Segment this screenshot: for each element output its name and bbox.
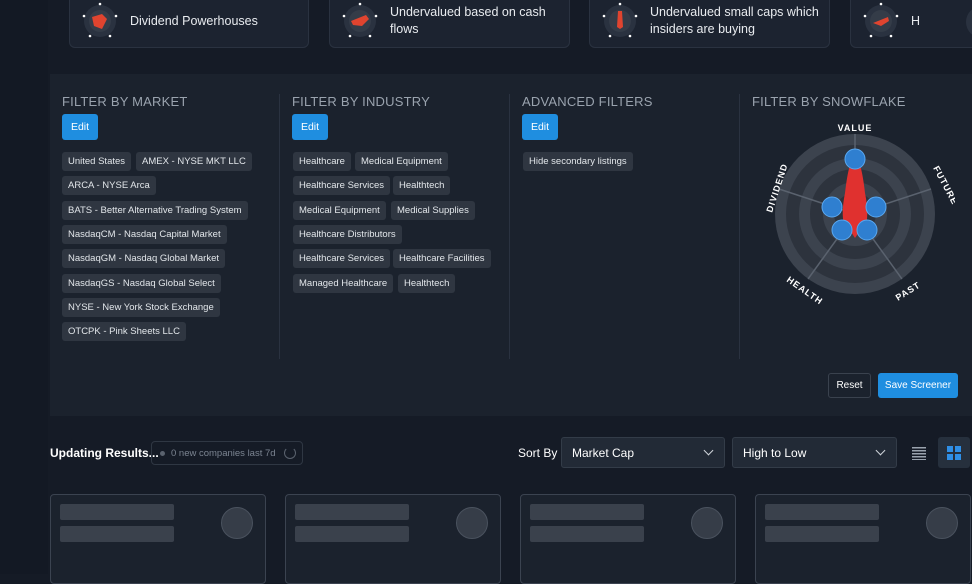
advanced-chip: Hide secondary listings bbox=[523, 152, 633, 171]
loading-company-card bbox=[50, 494, 266, 584]
left-edge bbox=[0, 0, 48, 574]
list-view-icon bbox=[912, 446, 926, 460]
market-chip: NasdaqGS - Nasdaq Global Select bbox=[62, 274, 221, 293]
idea-card-undervalued-cash-flows[interactable]: Undervalued based on cash flows bbox=[329, 0, 570, 48]
chevron-down-icon bbox=[703, 445, 714, 456]
industry-chip: Healthcare Facilities bbox=[393, 249, 491, 268]
industry-chip: Healthtech bbox=[398, 274, 456, 293]
industry-chip: Medical Supplies bbox=[391, 201, 475, 220]
advanced-edit-button[interactable]: Edit bbox=[522, 114, 558, 140]
market-filter-section: FILTER BY MARKET Edit United States AMEX… bbox=[50, 74, 280, 364]
market-chip: NasdaqGM - Nasdaq Global Market bbox=[62, 249, 226, 268]
new-companies-badge: 0 new companies last 7d bbox=[151, 441, 303, 465]
advanced-filter-section: ADVANCED FILTERS Edit Hide secondary lis… bbox=[510, 74, 740, 364]
industry-chip: Medical Equipment bbox=[355, 152, 448, 171]
status-dot-icon bbox=[160, 450, 165, 456]
industry-filter-section: FILTER BY INDUSTRY Edit Healthcare Medic… bbox=[280, 74, 510, 364]
industry-chip: Healthcare Services bbox=[293, 249, 391, 268]
skeleton-bar bbox=[765, 526, 879, 542]
axis-label-past: PAST bbox=[894, 280, 922, 303]
new-companies-text: 0 new companies last 7d bbox=[171, 447, 276, 459]
industry-chip: Medical Equipment bbox=[293, 201, 386, 220]
sort-by-label: Sort By bbox=[518, 446, 558, 460]
market-chip: ARCA - NYSE Arca bbox=[62, 176, 156, 195]
idea-card-undervalued-small-caps[interactable]: Undervalued small caps which insiders ar… bbox=[589, 0, 830, 48]
idea-cards-strip: Dividend Powerhouses Undervalued based o… bbox=[48, 0, 972, 62]
industry-chip: Managed Healthcare bbox=[293, 274, 394, 293]
skeleton-avatar bbox=[926, 507, 958, 539]
sort-field-value: Market Cap bbox=[572, 445, 635, 460]
skeleton-avatar bbox=[691, 507, 723, 539]
idea-card-label: H bbox=[911, 13, 921, 28]
snowflake-filter-title: FILTER BY SNOWFLAKE bbox=[752, 94, 906, 109]
skeleton-bar bbox=[765, 504, 879, 520]
industry-edit-button[interactable]: Edit bbox=[292, 114, 328, 140]
snowflake-thumbnail-icon bbox=[82, 2, 118, 38]
idea-card-label: Dividend Powerhouses bbox=[130, 13, 258, 28]
market-chip: OTCPK - Pink Sheets LLC bbox=[62, 322, 186, 341]
market-chip: AMEX - NYSE MKT LLC bbox=[136, 152, 252, 171]
loading-company-card bbox=[755, 494, 971, 584]
skeleton-bar bbox=[530, 526, 644, 542]
market-chip: NasdaqCM - Nasdaq Capital Market bbox=[62, 225, 227, 244]
idea-card-label: Undervalued small caps which insiders ar… bbox=[650, 5, 819, 36]
skeleton-bar bbox=[295, 526, 409, 542]
snowflake-filter-chart[interactable]: VALUE FUTURE PAST HEALTH DIVIDEND bbox=[755, 118, 955, 314]
chevron-down-icon bbox=[875, 445, 886, 456]
snowflake-thumbnail-icon bbox=[863, 2, 899, 38]
snowflake-thumbnail-icon bbox=[342, 2, 378, 38]
skeleton-bar bbox=[60, 504, 174, 520]
sort-order-select[interactable]: High to Low bbox=[732, 437, 897, 468]
market-chip: United States bbox=[62, 152, 132, 171]
advanced-filter-title: ADVANCED FILTERS bbox=[522, 94, 653, 109]
axis-label-future: FUTURE bbox=[931, 164, 955, 206]
loading-company-card bbox=[285, 494, 501, 584]
save-screener-button[interactable]: Save Screener bbox=[878, 373, 958, 398]
market-edit-button[interactable]: Edit bbox=[62, 114, 98, 140]
grid-view-icon bbox=[947, 445, 961, 460]
snowflake-thumbnail-icon bbox=[602, 2, 638, 38]
skeleton-avatar bbox=[221, 507, 253, 539]
list-view-button[interactable] bbox=[903, 437, 935, 468]
skeleton-bar bbox=[295, 504, 409, 520]
loading-spinner-icon bbox=[283, 447, 296, 459]
reset-button[interactable]: Reset bbox=[828, 373, 871, 398]
axis-label-value: VALUE bbox=[838, 123, 873, 133]
market-filter-title: FILTER BY MARKET bbox=[62, 94, 188, 109]
idea-card-dividend-powerhouses[interactable]: Dividend Powerhouses bbox=[69, 0, 309, 48]
idea-card-partial[interactable]: H bbox=[850, 0, 972, 48]
sort-field-select[interactable]: Market Cap bbox=[561, 437, 725, 468]
filter-panel: FILTER BY MARKET Edit United States AMEX… bbox=[50, 74, 972, 416]
skeleton-bar bbox=[530, 504, 644, 520]
snowflake-filter-section: FILTER BY SNOWFLAKE VALUE FUTURE PAST HE… bbox=[740, 74, 972, 364]
loading-company-card bbox=[520, 494, 736, 584]
industry-filter-title: FILTER BY INDUSTRY bbox=[292, 94, 430, 109]
grid-view-button[interactable] bbox=[938, 437, 970, 468]
industry-chip: Healthcare bbox=[293, 152, 351, 171]
idea-card-label: Undervalued based on cash flows bbox=[390, 5, 546, 36]
industry-chip: Healthtech bbox=[393, 176, 451, 195]
industry-chip: Healthcare Services bbox=[293, 176, 391, 195]
updating-results-text: Updating Results... bbox=[50, 446, 159, 460]
industry-chip: Healthcare Distributors bbox=[293, 225, 402, 244]
sort-order-value: High to Low bbox=[743, 445, 807, 460]
market-chip: NYSE - New York Stock Exchange bbox=[62, 298, 220, 317]
market-chip: BATS - Better Alternative Trading System bbox=[62, 201, 248, 220]
skeleton-bar bbox=[60, 526, 174, 542]
skeleton-avatar bbox=[456, 507, 488, 539]
